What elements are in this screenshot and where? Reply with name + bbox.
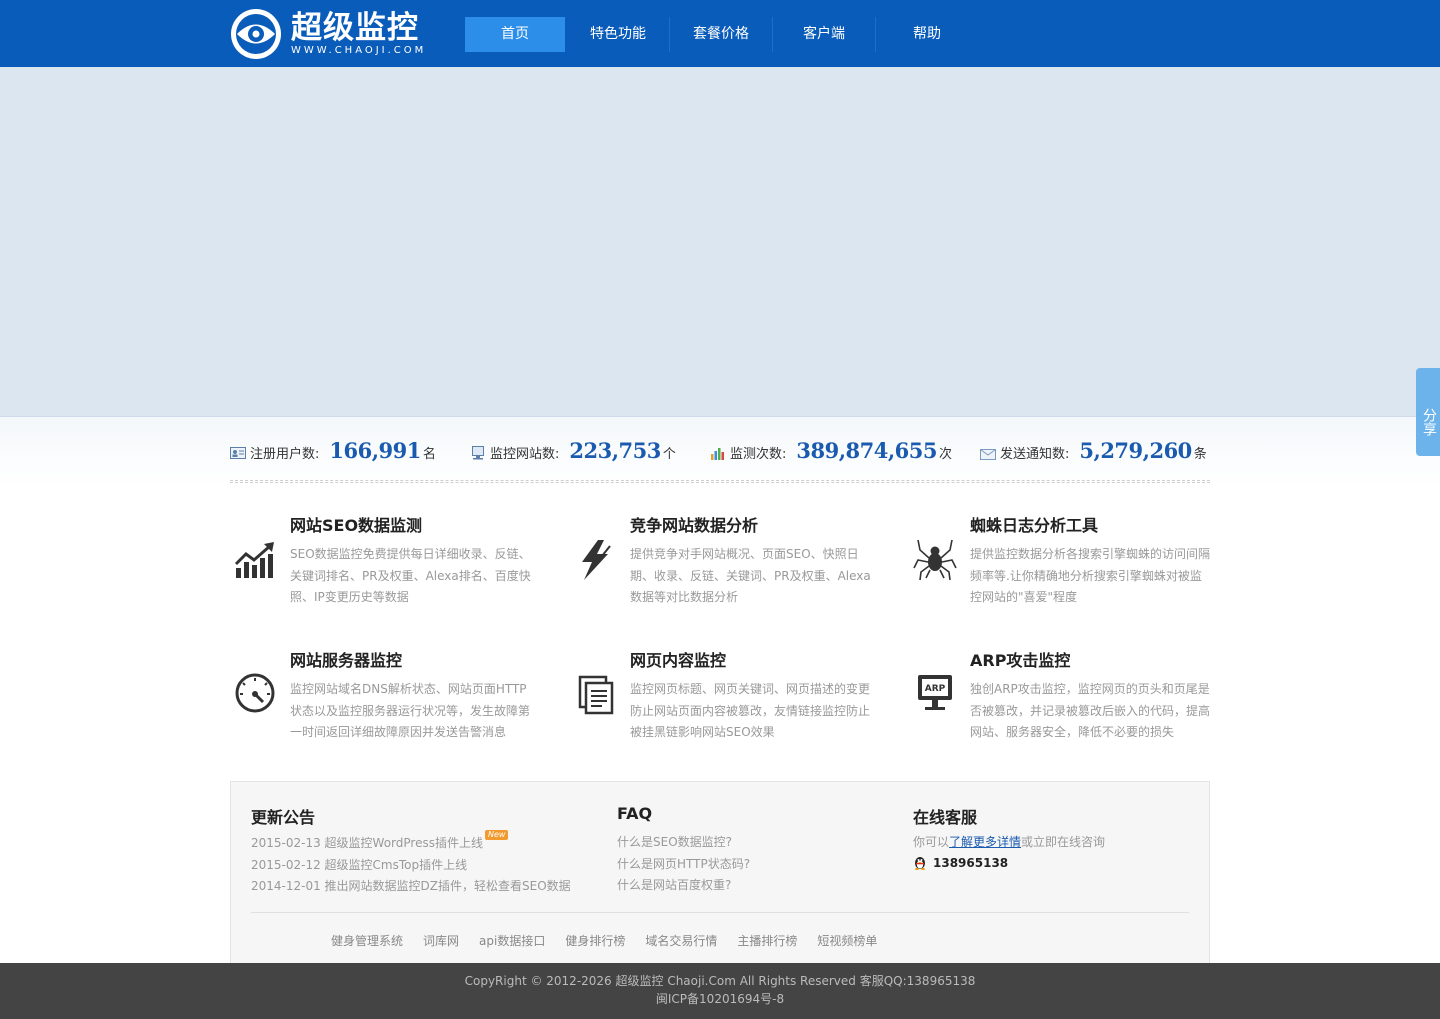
stats-divider (230, 480, 1210, 483)
monitor-icon (472, 446, 484, 460)
arp-monitor-icon: ARP (918, 675, 952, 710)
feature-content[interactable]: 网页内容监控 监控网页标题、网页关键词、网页描述的变更防止网站页面内容被篡改，友… (570, 647, 870, 757)
document-icon (578, 675, 614, 715)
feature-title: 竞争网站数据分析 (630, 516, 759, 535)
faq-item[interactable]: 什么是SEO数据监控? (617, 833, 732, 850)
friend-link[interactable]: 词库网 (423, 932, 459, 949)
friend-link[interactable]: 健身管理系统 (331, 932, 403, 949)
stat-sites: 监控网站数: 223,753 个 (470, 438, 676, 474)
service-title: 在线客服 (913, 808, 978, 827)
feature-competitor[interactable]: 竞争网站数据分析 提供竞争对手网站概况、页面SEO、快照日期、收录、反链、关键词… (570, 512, 871, 622)
stat-users: 注册用户数: 166,991 名 (230, 438, 436, 474)
stat-unit: 个 (662, 447, 676, 462)
faq-title: FAQ (617, 804, 653, 823)
news-item[interactable]: 2015-02-13 超级监控WordPress插件上线New (251, 830, 509, 851)
friend-links: 健身管理系统 词库网 api数据接口 健身排行榜 域名交易行情 主播排行榜 短视… (331, 932, 897, 949)
new-badge: New (484, 830, 509, 840)
stat-unit: 条 (1193, 447, 1207, 462)
stat-value: 223,753 (569, 438, 661, 463)
feature-desc: SEO数据监控免费提供每日详细收录、反链、关键词排名、PR及权重、Alexa排名… (290, 547, 531, 604)
nav-client[interactable]: 客户端 (773, 17, 875, 52)
qq-contact[interactable]: 138965138 (913, 855, 1008, 870)
feature-spider[interactable]: 蜘蛛日志分析工具 提供监控数据分析各搜索引擎蜘蛛的访问间隔频率等.让你精确地分析… (910, 512, 1210, 622)
stat-notifications: 发送通知数: 5,279,260 条 (980, 438, 1207, 474)
faq-item[interactable]: 什么是网页HTTP状态码? (617, 855, 750, 872)
friend-link[interactable]: api数据接口 (479, 932, 545, 949)
friend-link[interactable]: 域名交易行情 (645, 932, 717, 949)
panel-divider (251, 912, 1189, 913)
stat-label: 监测次数: (730, 447, 787, 462)
stat-label: 注册用户数: (250, 447, 320, 462)
envelope-icon (980, 449, 996, 460)
feature-server[interactable]: 网站服务器监控 监控网站域名DNS解析状态、网站页面HTTP状态以及监控服务器运… (230, 647, 530, 757)
logo-title: 超级监控 (291, 10, 419, 46)
stat-value: 5,279,260 (1079, 438, 1192, 463)
news-item[interactable]: 2014-12-01 推出网站数据监控DZ插件，轻松查看SEO数据 (251, 877, 571, 894)
top-header: 超级监控 WWW.CHAOJI.COM 首页 特色功能 套餐价格 客户端 帮助 (0, 0, 1440, 67)
stats-bar: 注册用户数: 166,991 名 监控网站数: 223,753 个 监测次数: … (230, 438, 1210, 474)
news-title: 更新公告 (251, 808, 316, 827)
logo-domain: WWW.CHAOJI.COM (291, 45, 427, 56)
friend-link[interactable]: 健身排行榜 (565, 932, 625, 949)
more-details-link[interactable]: 了解更多详情 (949, 835, 1021, 849)
feature-seo[interactable]: 网站SEO数据监测 SEO数据监控免费提供每日详细收录、反链、关键词排名、PR及… (230, 512, 531, 622)
penguin-icon (915, 857, 925, 870)
info-panel: 更新公告 2015-02-13 超级监控WordPress插件上线New 201… (230, 781, 1210, 966)
share-tab[interactable]: 分享 (1416, 368, 1440, 456)
stat-label: 监控网站数: (490, 447, 560, 462)
lightning-icon (582, 540, 611, 580)
site-logo[interactable]: 超级监控 WWW.CHAOJI.COM (229, 7, 426, 61)
main-nav: 首页 特色功能 套餐价格 客户端 帮助 (465, 17, 978, 52)
nav-home[interactable]: 首页 (465, 17, 565, 52)
faq-item[interactable]: 什么是网站百度权重? (617, 876, 731, 893)
feature-title: 网页内容监控 (630, 651, 727, 670)
news-item[interactable]: 2015-02-12 超级监控CmsTop插件上线 (251, 856, 467, 873)
feature-desc: 独创ARP攻击监控，监控网页的页头和页尾是否被篡改，并记录被篡改后嵌入的代码，提… (970, 682, 1211, 739)
gauge-icon (235, 673, 275, 713)
feature-title: 网站服务器监控 (290, 651, 403, 670)
qq-number: 138965138 (933, 855, 1009, 870)
feature-title: ARP攻击监控 (970, 651, 1071, 670)
feature-title: 网站SEO数据监测 (290, 516, 423, 535)
friend-link[interactable]: 主播排行榜 (737, 932, 797, 949)
stat-value: 389,874,655 (796, 438, 938, 463)
svg-text:ARP: ARP (925, 684, 946, 694)
stat-unit: 名 (422, 447, 436, 462)
service-text: 你可以了解更多详情或立即在线咨询 (913, 835, 1106, 849)
feature-desc: 提供竞争对手网站概况、页面SEO、快照日期、收录、反链、关键词、PR及权重、Al… (630, 547, 871, 604)
eye-logo-icon (231, 9, 281, 59)
trend-chart-icon (234, 542, 274, 578)
stat-label: 发送通知数: (1000, 447, 1070, 462)
stat-unit: 次 (939, 447, 953, 462)
user-card-icon (230, 447, 246, 459)
stat-value: 166,991 (329, 438, 421, 463)
feature-arp[interactable]: ARP ARP攻击监控 独创ARP攻击监控，监控网页的页头和页尾是否被篡改，并记… (910, 647, 1210, 757)
bar-chart-icon (711, 448, 724, 460)
nav-features[interactable]: 特色功能 (567, 17, 669, 52)
feature-title: 蜘蛛日志分析工具 (970, 516, 1099, 535)
nav-help[interactable]: 帮助 (876, 17, 978, 52)
feature-desc: 提供监控数据分析各搜索引擎蜘蛛的访问间隔频率等.让你精确地分析搜索引擎蜘蛛对被监… (970, 547, 1211, 604)
site-footer: CopyRight © 2012-2026 超级监控 Chaoji.Com Al… (0, 963, 1440, 1019)
spider-icon (913, 539, 957, 581)
copyright: CopyRight © 2012-2026 超级监控 Chaoji.Com Al… (464, 974, 976, 988)
stat-checks: 监测次数: 389,874,655 次 (710, 438, 952, 474)
hero-banner (0, 67, 1440, 417)
feature-desc: 监控网站域名DNS解析状态、网站页面HTTP状态以及监控服务器运行状况等，发生故… (290, 682, 531, 739)
nav-pricing[interactable]: 套餐价格 (670, 17, 772, 52)
feature-desc: 监控网页标题、网页关键词、网页描述的变更防止网站页面内容被篡改，友情链接监控防止… (630, 682, 871, 739)
icp-record[interactable]: 闽ICP备10201694号-8 (0, 990, 1440, 1008)
friend-link[interactable]: 短视频榜单 (817, 932, 877, 949)
